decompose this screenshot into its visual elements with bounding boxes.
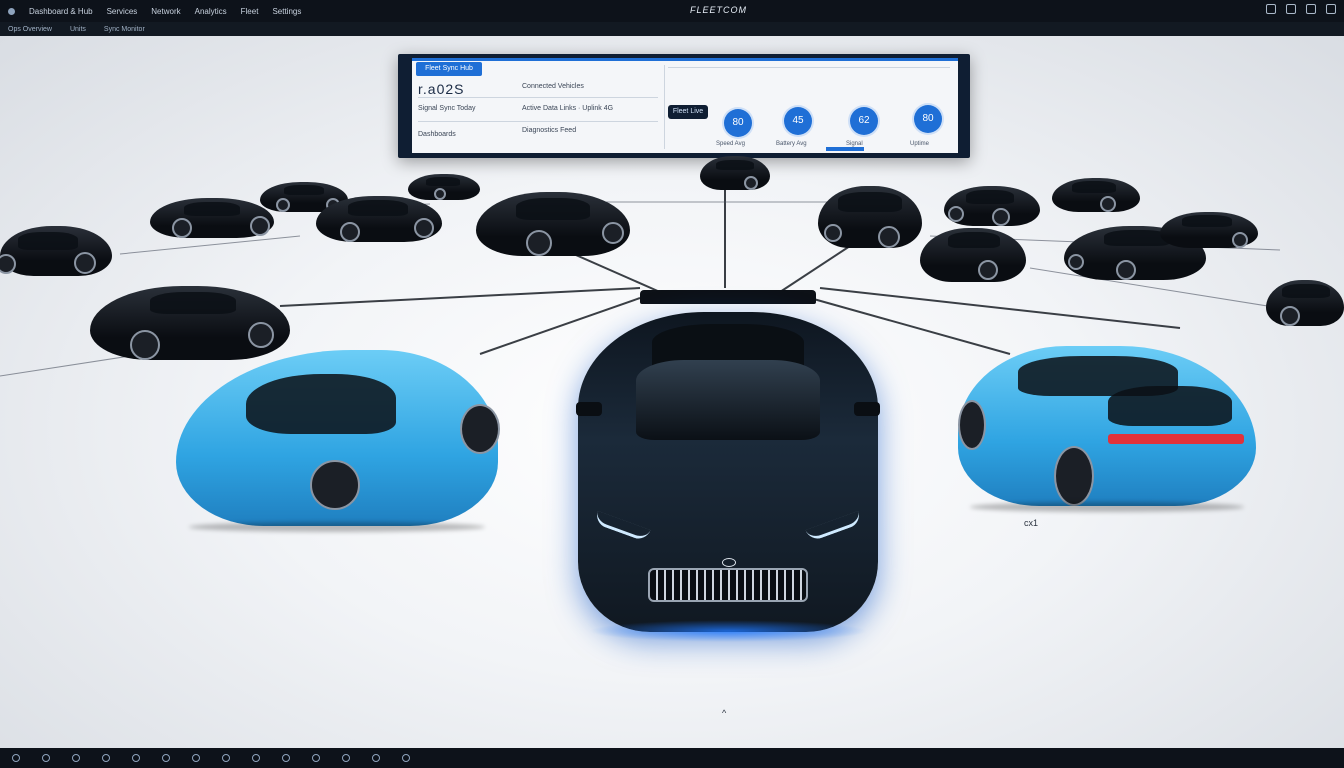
taskbar-icon[interactable] bbox=[162, 754, 170, 762]
windshield bbox=[636, 360, 820, 440]
menu-item-fleet[interactable]: Fleet bbox=[241, 7, 259, 16]
taskbar-icon[interactable] bbox=[402, 754, 410, 762]
vehicle-dark[interactable] bbox=[150, 198, 274, 238]
taskbar-icon[interactable] bbox=[42, 754, 50, 762]
window-dot-icon[interactable] bbox=[8, 7, 15, 15]
app-brand: FLEETCOM bbox=[690, 5, 748, 15]
vehicle-dark[interactable] bbox=[944, 186, 1040, 226]
floor-marker: ^ bbox=[722, 708, 727, 718]
tab-units[interactable]: Units bbox=[70, 26, 86, 33]
tab-sync-monitor[interactable]: Sync Monitor bbox=[104, 26, 145, 33]
fleet-stage: Fleet Sync Hub r.a02S Signal Sync Today … bbox=[0, 36, 1344, 748]
spoiler bbox=[640, 290, 816, 304]
top-menu-bar: Dashboard & Hub Services Network Analyti… bbox=[0, 0, 1344, 22]
brand-logo-icon bbox=[722, 558, 736, 567]
taskbar-icon[interactable] bbox=[192, 754, 200, 762]
front-grille bbox=[648, 568, 808, 602]
mirror-left bbox=[576, 402, 602, 416]
vehicle-dark[interactable] bbox=[0, 226, 112, 276]
taskbar-icon[interactable] bbox=[342, 754, 350, 762]
vehicle-dark[interactable] bbox=[1052, 178, 1140, 212]
mirror-right bbox=[854, 402, 880, 416]
vehicle-blue-right[interactable] bbox=[958, 346, 1256, 512]
tab-bar: Ops Overview Units Sync Monitor bbox=[0, 22, 1344, 36]
vehicle-dark[interactable] bbox=[1266, 280, 1344, 326]
taskbar-icon[interactable] bbox=[132, 754, 140, 762]
close-icon[interactable] bbox=[1326, 4, 1336, 14]
menu-item-services[interactable]: Services bbox=[107, 7, 138, 16]
vehicle-dark[interactable] bbox=[1160, 212, 1258, 248]
settings-icon[interactable] bbox=[1266, 4, 1276, 14]
menu-item-network[interactable]: Network bbox=[151, 7, 180, 16]
taskbar-icon[interactable] bbox=[252, 754, 260, 762]
vehicle-dark[interactable] bbox=[700, 156, 770, 190]
vehicle-blue-left[interactable] bbox=[176, 350, 500, 532]
underglow bbox=[588, 620, 868, 642]
taskbar-icon[interactable] bbox=[72, 754, 80, 762]
taskbar-icon[interactable] bbox=[222, 754, 230, 762]
vehicle-dark[interactable] bbox=[316, 196, 442, 242]
user-icon[interactable] bbox=[1306, 4, 1316, 14]
vehicle-dark[interactable] bbox=[818, 186, 922, 248]
taskbar-icon[interactable] bbox=[372, 754, 380, 762]
vehicle-dark[interactable] bbox=[476, 192, 630, 256]
menu-item-settings[interactable]: Settings bbox=[272, 7, 301, 16]
vehicle-dark[interactable] bbox=[90, 286, 290, 360]
taskbar-icon[interactable] bbox=[12, 754, 20, 762]
menu-item-dashboard[interactable]: Dashboard & Hub bbox=[29, 7, 93, 16]
system-tray bbox=[1266, 4, 1336, 14]
menu-item-analytics[interactable]: Analytics bbox=[195, 7, 227, 16]
taskbar-icon[interactable] bbox=[282, 754, 290, 762]
tab-ops-overview[interactable]: Ops Overview bbox=[8, 26, 52, 33]
taskbar-icon[interactable] bbox=[102, 754, 110, 762]
notification-icon[interactable] bbox=[1286, 4, 1296, 14]
floor-label: cx1 bbox=[1024, 518, 1039, 528]
taskbar bbox=[0, 748, 1344, 768]
vehicle-dark[interactable] bbox=[920, 228, 1026, 282]
vehicle-dark[interactable] bbox=[408, 174, 480, 200]
vehicle-hero[interactable] bbox=[576, 290, 880, 642]
taskbar-icon[interactable] bbox=[312, 754, 320, 762]
